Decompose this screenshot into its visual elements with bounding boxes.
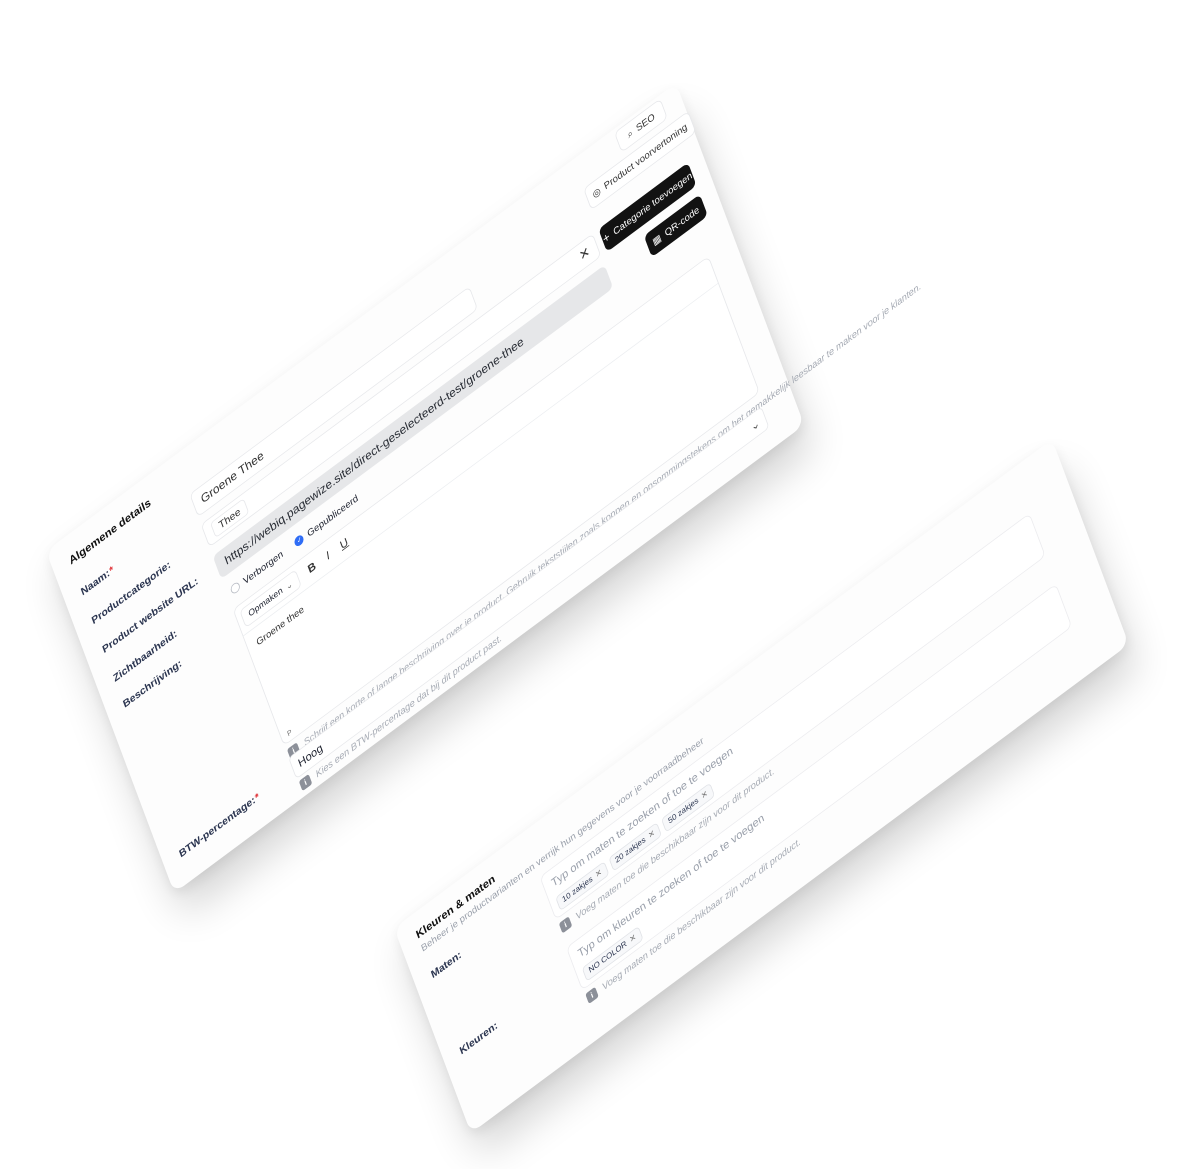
general-details-title: Algemene details — [67, 495, 153, 567]
close-icon[interactable]: ✕ — [647, 828, 656, 840]
chevron-down-icon: ⌄ — [284, 578, 295, 592]
qr-code-icon: ▦ — [651, 231, 663, 248]
format-select-label: Opmaken — [247, 585, 284, 620]
close-icon[interactable]: ✕ — [700, 789, 709, 801]
editor-toolbar: B I U — [306, 535, 350, 576]
qr-code-label: QR-code — [663, 203, 701, 239]
close-icon[interactable]: ✕ — [629, 933, 638, 945]
info-icon: i — [585, 986, 599, 1005]
radio-hidden[interactable] — [229, 580, 242, 596]
colors-label: Kleuren: — [458, 1018, 499, 1057]
name-label: Naam:* — [79, 563, 116, 598]
bold-button[interactable]: B — [306, 559, 317, 576]
editor-path-indicator: P — [286, 727, 294, 738]
stage: Algemene details Naam:* Productcategorie… — [0, 0, 1200, 1169]
info-icon: i — [558, 916, 573, 934]
underline-button[interactable]: U — [338, 535, 349, 552]
radio-published[interactable] — [293, 533, 306, 548]
italic-button[interactable]: I — [324, 548, 331, 562]
plus-icon: + — [600, 229, 612, 247]
search-icon: ⌕ — [625, 126, 635, 141]
close-icon[interactable]: ✕ — [577, 243, 592, 264]
sizes-tag-input[interactable]: Typ om maten te zoeken of toe te voegen … — [539, 512, 1046, 921]
vat-label: BTW-percentage:* — [177, 790, 261, 860]
chevron-down-icon: ⌄ — [748, 415, 762, 434]
info-icon: i — [298, 773, 313, 792]
eye-icon: ◎ — [590, 184, 603, 201]
seo-label: SEO — [634, 110, 657, 134]
close-icon[interactable]: ✕ — [594, 868, 603, 880]
sizes-label: Maten: — [429, 948, 463, 981]
